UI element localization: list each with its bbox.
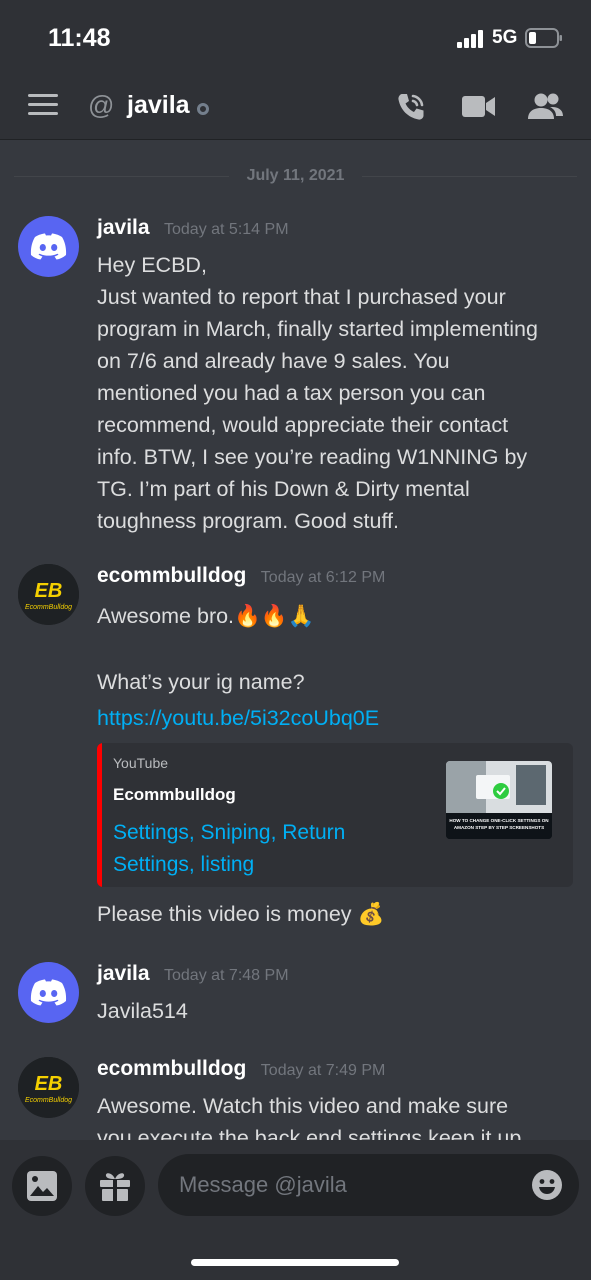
avatar[interactable] [18, 216, 79, 277]
message-timestamp: Today at 6:12 PM [260, 569, 386, 586]
status-bar: 11:48 5G [0, 0, 591, 72]
message-link[interactable]: https://youtu.be/5i32coUbq0E [97, 702, 577, 734]
gift-button[interactable] [85, 1156, 145, 1216]
video-thumbnail[interactable]: HOW TO CHANGE ONE-CLICK SETTINGS ON AMAZ… [446, 761, 552, 839]
discord-logo-icon [30, 233, 67, 260]
message-timestamp: Today at 7:48 PM [164, 967, 289, 984]
svg-text:EB: EB [35, 580, 63, 602]
message-line: mentioned you had a tax person you can [97, 381, 486, 405]
date-label: July 11, 2021 [234, 167, 357, 184]
message-content: Javila514 [97, 999, 188, 1023]
svg-text:EB: EB [35, 1073, 63, 1095]
message-author[interactable]: ecommbulldog [97, 564, 246, 587]
message-list[interactable]: July 11, 2021 javila Today at 5:14 PM He… [0, 141, 591, 1140]
message-line: info. BTW, I see you’re reading W1NNING … [97, 445, 528, 469]
message-line: program in March, finally started implem… [97, 317, 538, 341]
image-icon [27, 1171, 57, 1201]
date-divider: July 11, 2021 [14, 165, 577, 189]
embed-accent-bar [97, 743, 102, 887]
members-icon[interactable] [527, 92, 565, 122]
image-upload-button[interactable] [12, 1156, 72, 1216]
message-content: Please this video is money 💰 [97, 902, 385, 926]
svg-text:AMAZON STEP BY STEP SCREENSHOT: AMAZON STEP BY STEP SCREENSHOTS [454, 825, 544, 830]
offline-status-icon [197, 103, 209, 115]
embed-author[interactable]: Ecommbulldog [113, 785, 236, 805]
battery-icon [525, 28, 562, 48]
message-content: Awesome bro.🔥🔥🙏 What’s your ig name? htt… [97, 600, 577, 734]
video-camera-icon[interactable] [462, 94, 496, 120]
status-time: 11:48 [48, 24, 111, 52]
message-author[interactable]: javila [97, 216, 150, 239]
phone-call-icon[interactable] [394, 90, 428, 124]
message-author[interactable]: ecommbulldog [97, 1057, 246, 1080]
message-line: TG. I’m part of his Down & Dirty mental [97, 477, 470, 501]
emoji-icon[interactable] [531, 1169, 563, 1201]
message-input-placeholder: Message @javila [179, 1172, 347, 1197]
home-indicator[interactable] [191, 1259, 399, 1266]
avatar[interactable]: EB EcommBulldog [18, 564, 79, 625]
message-line: recommend, would appreciate their contac… [97, 413, 509, 437]
message-line: Just wanted to report that I purchased y… [97, 285, 506, 309]
discord-logo-icon [30, 979, 67, 1006]
avatar[interactable]: EB EcommBulldog [18, 1057, 79, 1118]
channel-header: @ javila [0, 72, 591, 140]
message-author[interactable]: javila [97, 962, 150, 985]
svg-text:HOW TO CHANGE ONE-CLICK SETTIN: HOW TO CHANGE ONE-CLICK SETTINGS ON [449, 818, 549, 823]
channel-name: javila [127, 91, 190, 119]
message-line: What’s your ig name? [97, 670, 305, 694]
embed-provider[interactable]: YouTube [113, 755, 168, 771]
menu-icon[interactable] [28, 94, 58, 118]
svg-text:EcommBulldog: EcommBulldog [25, 604, 72, 611]
at-icon: @ [88, 90, 115, 120]
message-line: you execute the back end settings keep i… [97, 1126, 522, 1140]
ecommbulldog-logo-icon: EB EcommBulldog [18, 1057, 79, 1118]
message-composer: Message @javila [0, 1140, 591, 1280]
message-input[interactable]: Message @javila [158, 1154, 579, 1216]
message-line: Awesome. Watch this video and make sure [97, 1094, 509, 1118]
avatar[interactable] [18, 962, 79, 1023]
ecommbulldog-logo-icon: EB EcommBulldog [18, 564, 79, 625]
message-line: Hey ECBD, [97, 253, 207, 277]
embed-title[interactable]: Settings, Sniping, Return Settings, list… [113, 817, 413, 881]
message-content: Awesome. Watch this video and make sure … [97, 1090, 577, 1140]
message-line: toughness program. Good stuff. [97, 509, 399, 533]
message-content: Hey ECBD, Just wanted to report that I p… [97, 249, 577, 537]
svg-text:EcommBulldog: EcommBulldog [25, 1097, 72, 1104]
network-type: 5G [492, 27, 518, 48]
youtube-embed[interactable]: YouTube Ecommbulldog Settings, Sniping, … [97, 743, 573, 887]
message-timestamp: Today at 5:14 PM [164, 221, 289, 238]
message-line: Awesome bro.🔥🔥🙏 [97, 604, 315, 628]
signal-icon [457, 30, 483, 48]
gift-icon [100, 1173, 130, 1201]
message-timestamp: Today at 7:49 PM [260, 1062, 386, 1079]
message-line: on 7/6 and already have 9 sales. You [97, 349, 450, 373]
